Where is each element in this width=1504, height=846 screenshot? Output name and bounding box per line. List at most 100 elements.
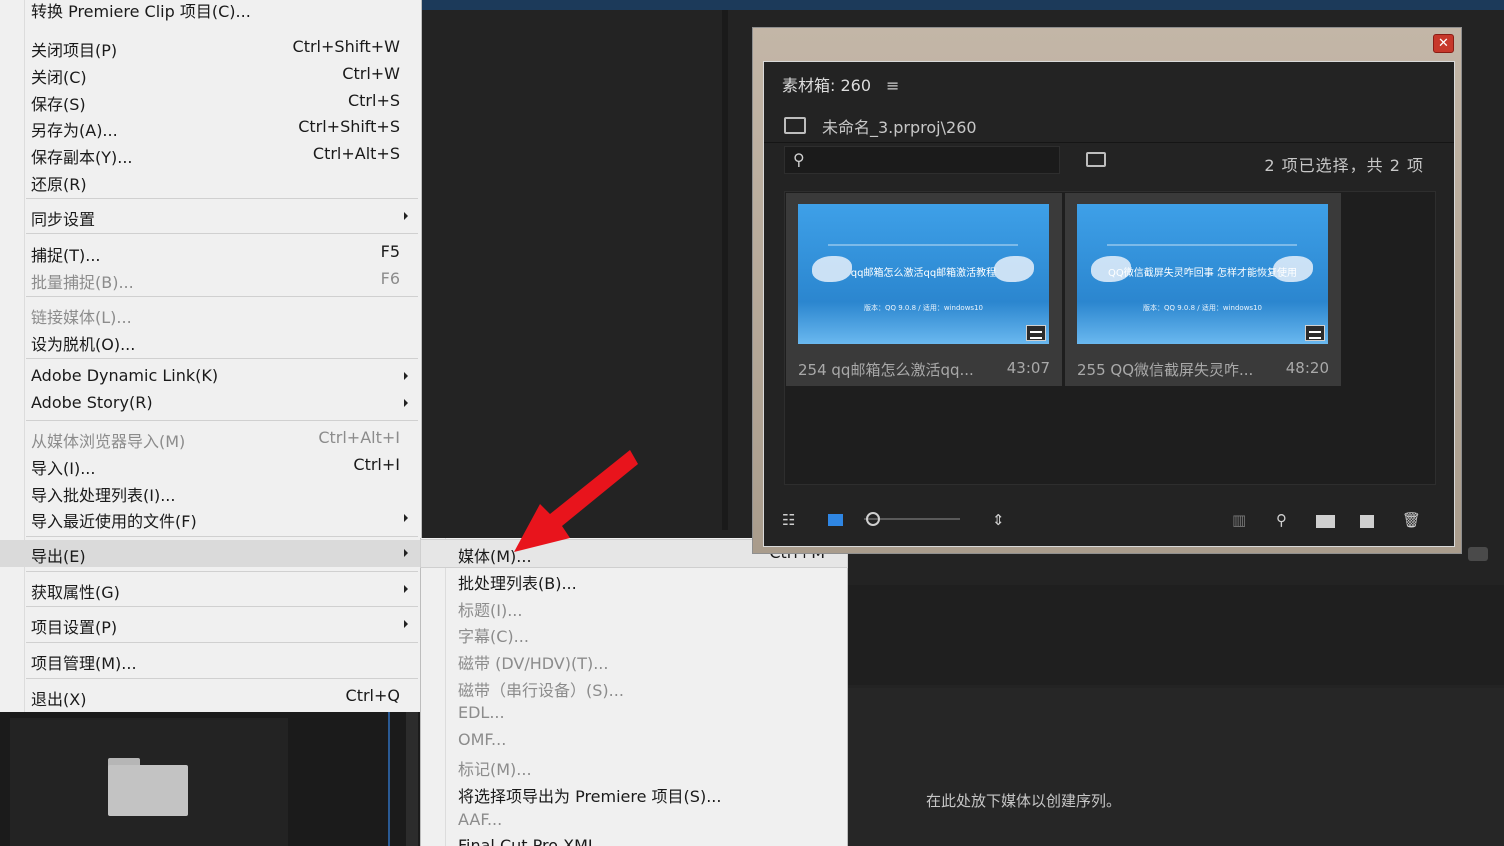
thumb-decor-line <box>1107 244 1297 246</box>
icon-view-icon[interactable] <box>828 514 843 526</box>
menu-item-label: 项目设置(P) <box>31 618 118 637</box>
menu-item-shortcut: F6 <box>380 269 400 288</box>
selection-status: 2 项已选择，共 2 项 <box>1264 156 1424 175</box>
menu-item-save-as[interactable]: 另存为(A)... Ctrl+Shift+S <box>0 114 420 141</box>
menu-item-import[interactable]: 导入(I)... Ctrl+I <box>0 452 420 479</box>
clip-thumbnail[interactable]: qq邮箱怎么激活qq邮箱激活教程 版本：QQ 9.0.8 / 适用：window… <box>798 204 1049 344</box>
audio-waveform-icon <box>1305 325 1325 341</box>
new-item-icon[interactable] <box>1360 515 1374 528</box>
menu-separator <box>26 198 418 199</box>
menu-item-shortcut: Ctrl+Alt+S <box>312 144 400 163</box>
bin-panel: 素材箱: 260 ≡ 未命名_3.prproj\260 ⚲ 2 项已选择，共 2… <box>763 61 1455 547</box>
menu-item-label: AAF... <box>458 810 503 829</box>
menu-separator <box>26 296 418 297</box>
menu-item-capture[interactable]: 捕捉(T)... F5 <box>0 239 420 266</box>
menu-item-adobe-dynamic-link[interactable]: Adobe Dynamic Link(K) <box>0 363 420 390</box>
audio-waveform-icon <box>1026 325 1046 341</box>
clip-item[interactable]: QQ微信截屏失灵咋回事 怎样才能恢复使用 版本：QQ 9.0.8 / 适用：wi… <box>1065 193 1341 386</box>
menu-item-label: Adobe Dynamic Link(K) <box>31 366 219 385</box>
automate-to-sequence-icon[interactable]: ▥ <box>1232 511 1246 529</box>
menu-item-label: 从媒体浏览器导入(M) <box>31 432 186 451</box>
find-icon[interactable] <box>1086 152 1106 167</box>
submenu-arrow-icon <box>404 549 408 557</box>
menu-item-import-recent-file[interactable]: 导入最近使用的文件(F) <box>0 505 420 532</box>
submenu-item-omf[interactable]: OMF... <box>421 727 847 754</box>
trash-icon[interactable]: 🗑 <box>1402 511 1421 529</box>
menu-separator <box>26 571 418 572</box>
menu-item-get-properties[interactable]: 获取属性(G) <box>0 576 420 603</box>
menu-item-label: 链接媒体(L)... <box>31 308 132 327</box>
scrollbar-strip[interactable] <box>406 712 418 846</box>
submenu-item-batch-list[interactable]: 批处理列表(B)... <box>421 567 847 594</box>
clip-name: 254 qq邮箱怎么激活qq... <box>798 361 974 379</box>
menu-item-adobe-story[interactable]: Adobe Story(R) <box>0 390 420 417</box>
bin-title: 素材箱: 260 <box>782 76 872 95</box>
timeline-header <box>848 585 1504 685</box>
parent-folder-icon[interactable] <box>784 117 806 134</box>
menu-item-shortcut: Ctrl+Shift+W <box>292 37 400 56</box>
menu-item-export[interactable]: 导出(E) <box>0 540 420 567</box>
timeline-panel[interactable] <box>848 688 1504 846</box>
menu-item-sync-settings[interactable]: 同步设置 <box>0 203 420 230</box>
search-input[interactable]: ⚲ <box>784 146 1060 174</box>
submenu-item-tape-serial[interactable]: 磁带（串行设备）(S)... <box>421 674 847 701</box>
menu-separator <box>26 642 418 643</box>
menu-item-label: 磁带 (DV/HDV)(T)... <box>458 654 609 673</box>
menu-item-label: 关闭项目(P) <box>31 41 118 60</box>
drop-media-hint: 在此处放下媒体以创建序列。 <box>926 792 1122 810</box>
submenu-item-tape-dv-hdv[interactable]: 磁带 (DV/HDV)(T)... <box>421 647 847 674</box>
menu-item-exit[interactable]: 退出(X) Ctrl+Q <box>0 683 420 710</box>
menu-item-revert[interactable]: 还原(R) <box>0 168 420 195</box>
submenu-item-captions[interactable]: 字幕(C)... <box>421 620 847 647</box>
menu-item-import-from-media-browser[interactable]: 从媒体浏览器导入(M) Ctrl+Alt+I <box>0 425 420 452</box>
zoom-slider-handle[interactable] <box>866 512 880 526</box>
menu-item-import-batch-list[interactable]: 导入批处理列表(I)... <box>0 479 420 506</box>
menu-item-label: 退出(X) <box>31 690 87 709</box>
menu-item-label: 捕捉(T)... <box>31 246 101 265</box>
menu-item-project-settings[interactable]: 项目设置(P) <box>0 611 420 638</box>
menu-item-save-copy[interactable]: 保存副本(Y)... Ctrl+Alt+S <box>0 141 420 168</box>
menu-separator <box>26 233 418 234</box>
menu-separator <box>26 606 418 607</box>
camera-icon[interactable] <box>1468 547 1488 561</box>
thumb-subtitle: 版本：QQ 9.0.8 / 适用：windows10 <box>864 304 983 312</box>
close-icon[interactable]: ✕ <box>1433 34 1454 53</box>
thumb-subtitle: 版本：QQ 9.0.8 / 适用：windows10 <box>1143 304 1262 312</box>
submenu-arrow-icon <box>404 212 408 220</box>
menu-item-project-manager[interactable]: 项目管理(M)... <box>0 647 420 674</box>
clip-item[interactable]: qq邮箱怎么激活qq邮箱激活教程 版本：QQ 9.0.8 / 适用：window… <box>786 193 1062 386</box>
menu-item-close[interactable]: 关闭(C) Ctrl+W <box>0 61 420 88</box>
menu-item-batch-capture[interactable]: 批量捕捉(B)... F6 <box>0 266 420 293</box>
red-arrow-annotation <box>514 450 638 552</box>
submenu-item-title[interactable]: 标题(I)... <box>421 594 847 621</box>
submenu-item-aaf[interactable]: AAF... <box>421 807 847 834</box>
menu-item-convert-premiere-clip[interactable]: 转换 Premiere Clip 项目(C)... <box>0 0 420 22</box>
menu-item-label: OMF... <box>458 730 507 749</box>
menu-item-save[interactable]: 保存(S) Ctrl+S <box>0 88 420 115</box>
menu-item-label: 还原(R) <box>31 175 87 194</box>
submenu-item-markers[interactable]: 标记(M)... <box>421 753 847 780</box>
menu-item-label: 导入批处理列表(I)... <box>31 486 176 505</box>
bin-path: 未命名_3.prproj\260 <box>822 118 977 137</box>
menu-item-make-offline[interactable]: 设为脱机(O)... <box>0 328 420 355</box>
new-bin-icon[interactable] <box>1316 515 1335 528</box>
find-icon[interactable]: ⚲ <box>1276 511 1287 529</box>
list-view-icon[interactable]: ☷ <box>782 511 795 529</box>
bin-header-divider <box>764 142 1454 143</box>
hamburger-menu-icon[interactable]: ≡ <box>886 76 899 95</box>
menu-item-link-media[interactable]: 链接媒体(L)... <box>0 301 420 328</box>
submenu-item-export-selection-as-project[interactable]: 将选择项导出为 Premiere 项目(S)... <box>421 780 847 807</box>
submenu-item-edl[interactable]: EDL... <box>421 700 847 727</box>
clip-duration: 43:07 <box>1006 359 1050 377</box>
clip-thumbnail[interactable]: QQ微信截屏失灵咋回事 怎样才能恢复使用 版本：QQ 9.0.8 / 适用：wi… <box>1077 204 1328 344</box>
clip-grid[interactable]: qq邮箱怎么激活qq邮箱激活教程 版本：QQ 9.0.8 / 适用：window… <box>784 191 1436 485</box>
file-menu: 转换 Premiere Clip 项目(C)... 关闭项目(P) Ctrl+S… <box>0 0 422 712</box>
submenu-item-final-cut-pro-xml[interactable]: Final Cut Pro XML... <box>421 833 847 846</box>
menu-item-label: 导出(E) <box>31 547 86 566</box>
clip-duration: 48:20 <box>1285 359 1329 377</box>
menu-separator <box>26 420 418 421</box>
sort-icon[interactable]: ⇕ <box>992 511 1005 529</box>
menu-item-close-project[interactable]: 关闭项目(P) Ctrl+Shift+W <box>0 34 420 61</box>
menu-item-label: 标题(I)... <box>458 601 523 620</box>
bin-window: ✕ 素材箱: 260 ≡ 未命名_3.prproj\260 ⚲ 2 项已选择，共… <box>752 27 1462 554</box>
